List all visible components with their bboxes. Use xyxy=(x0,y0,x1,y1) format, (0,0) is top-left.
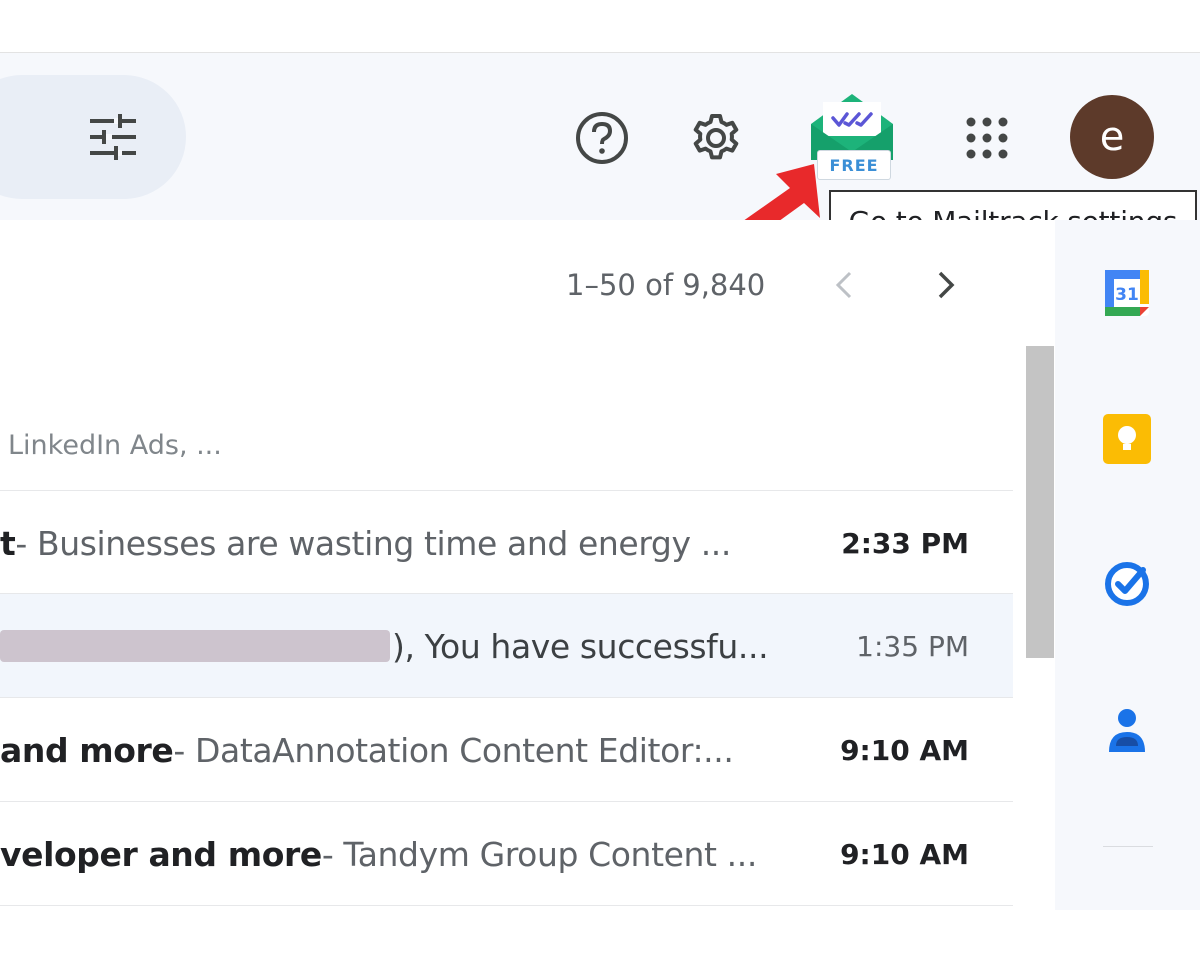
email-time: 1:35 PM xyxy=(856,629,969,663)
help-button[interactable] xyxy=(574,110,630,166)
email-subject: and more xyxy=(0,730,174,770)
mailtrack-free-badge[interactable]: FREE xyxy=(817,150,891,180)
scrollbar-thumb[interactable] xyxy=(1026,346,1054,658)
email-time: 2:33 PM xyxy=(841,526,969,560)
email-subject: veloper and more xyxy=(0,834,322,874)
calendar-icon[interactable]: 31 xyxy=(1103,268,1151,318)
chevron-right-icon[interactable] xyxy=(928,265,964,305)
email-row[interactable]: and more - DataAnnotation Content Editor… xyxy=(0,698,1013,802)
account-avatar[interactable]: e xyxy=(1070,95,1154,179)
keep-icon[interactable] xyxy=(1103,414,1151,464)
email-snippet: ), You have successfu... xyxy=(392,626,769,666)
email-row[interactable]: t - Businesses are wasting time and ener… xyxy=(0,490,1013,594)
email-snippet: - DataAnnotation Content Editor:... xyxy=(173,730,734,770)
gear-icon xyxy=(693,114,739,160)
email-row[interactable]: veloper and more - Tandym Group Content … xyxy=(0,802,1013,906)
side-panel-divider xyxy=(1103,846,1153,847)
email-subject: t xyxy=(0,523,16,563)
email-row-text: veloper and more - Tandym Group Content … xyxy=(0,802,757,906)
email-row-text: ), You have successfu... xyxy=(0,594,769,698)
email-snippet: - Tandym Group Content ... xyxy=(321,834,758,874)
email-snippet: - Businesses are wasting time and energy… xyxy=(15,523,731,563)
contacts-icon[interactable] xyxy=(1106,706,1148,754)
settings-button[interactable] xyxy=(686,108,746,168)
calendar-day: 31 xyxy=(1115,285,1139,305)
tasks-icon[interactable] xyxy=(1103,560,1151,608)
chevron-left-icon[interactable] xyxy=(826,265,862,305)
redacted-text xyxy=(0,630,390,662)
apps-button[interactable] xyxy=(962,113,1012,163)
pagination-range: 1–50 of 9,840 xyxy=(566,268,766,302)
email-row-text: and more - DataAnnotation Content Editor… xyxy=(0,698,734,802)
help-circle-icon xyxy=(576,112,628,164)
grid-apps-icon xyxy=(966,117,1008,159)
email-row[interactable]: ), You have successfu... 1:35 PM xyxy=(0,594,1013,698)
tune-icon[interactable] xyxy=(88,112,138,162)
promotions-senders[interactable]: LinkedIn Ads, ... xyxy=(8,430,222,461)
window-top xyxy=(0,0,1200,53)
email-time: 9:10 AM xyxy=(840,733,969,767)
email-time: 9:10 AM xyxy=(840,837,969,871)
email-row-text: t - Businesses are wasting time and ener… xyxy=(0,491,731,595)
